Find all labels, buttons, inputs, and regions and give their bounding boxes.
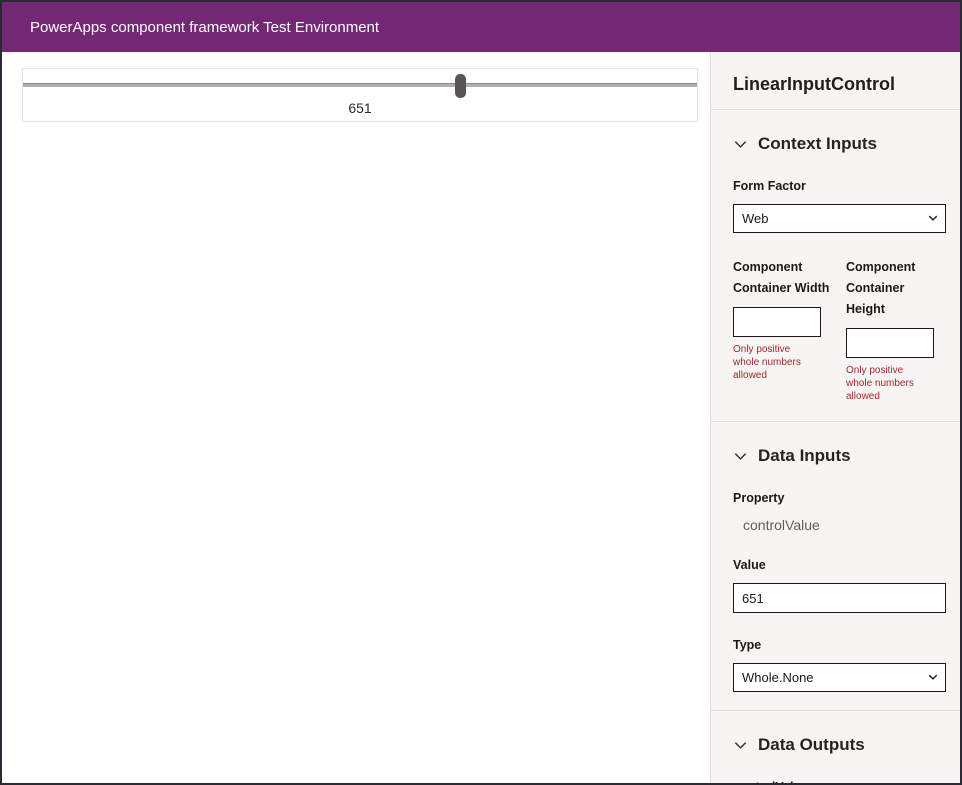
linear-slider[interactable] <box>23 73 697 97</box>
slider-value-label: 651 <box>23 100 697 116</box>
control-name-title: LinearInputControl <box>733 74 946 95</box>
app-title: PowerApps component framework Test Envir… <box>30 19 379 36</box>
app-body: 651 LinearInputControl Context Inputs Fo… <box>2 52 960 783</box>
control-properties-panel: LinearInputControl Context Inputs Form F… <box>710 52 960 783</box>
container-width-field: Component Container Width Only positive … <box>733 235 846 403</box>
container-width-input[interactable] <box>733 307 821 337</box>
form-factor-select[interactable]: Web <box>733 204 946 233</box>
output-control-value-label: controlValue <box>733 777 946 783</box>
section-divider <box>711 109 960 110</box>
container-height-label: Component Container Height <box>846 257 946 320</box>
test-harness-stage: 651 <box>2 52 710 783</box>
form-factor-label: Form Factor <box>733 176 946 197</box>
value-input[interactable] <box>733 583 946 613</box>
section-divider <box>711 710 960 711</box>
section-divider <box>711 421 960 422</box>
property-value: controlValue <box>733 517 946 533</box>
value-label: Value <box>733 555 946 576</box>
section-header-data-outputs[interactable]: Data Outputs <box>733 735 946 755</box>
chevron-down-icon[interactable] <box>733 137 748 152</box>
property-label: Property <box>733 488 946 509</box>
type-label: Type <box>733 635 946 656</box>
app-header: PowerApps component framework Test Envir… <box>2 2 960 52</box>
section-header-data-inputs[interactable]: Data Inputs <box>733 446 946 466</box>
section-header-context-inputs[interactable]: Context Inputs <box>733 134 946 154</box>
container-height-validation: Only positive whole numbers allowed <box>846 364 930 403</box>
section-title: Context Inputs <box>758 134 877 154</box>
container-height-field: Component Container Height Only positive… <box>846 235 946 403</box>
container-height-input[interactable] <box>846 328 934 358</box>
container-width-label: Component Container Width <box>733 257 833 299</box>
chevron-down-icon[interactable] <box>733 449 748 464</box>
container-width-validation: Only positive whole numbers allowed <box>733 343 817 382</box>
type-select[interactable]: Whole.None <box>733 663 946 692</box>
test-environment-window: PowerApps component framework Test Envir… <box>0 0 962 785</box>
section-title: Data Outputs <box>758 735 865 755</box>
section-title: Data Inputs <box>758 446 851 466</box>
linear-input-control: 651 <box>22 68 698 122</box>
container-size-fields: Component Container Width Only positive … <box>733 235 946 403</box>
chevron-down-icon[interactable] <box>733 738 748 753</box>
